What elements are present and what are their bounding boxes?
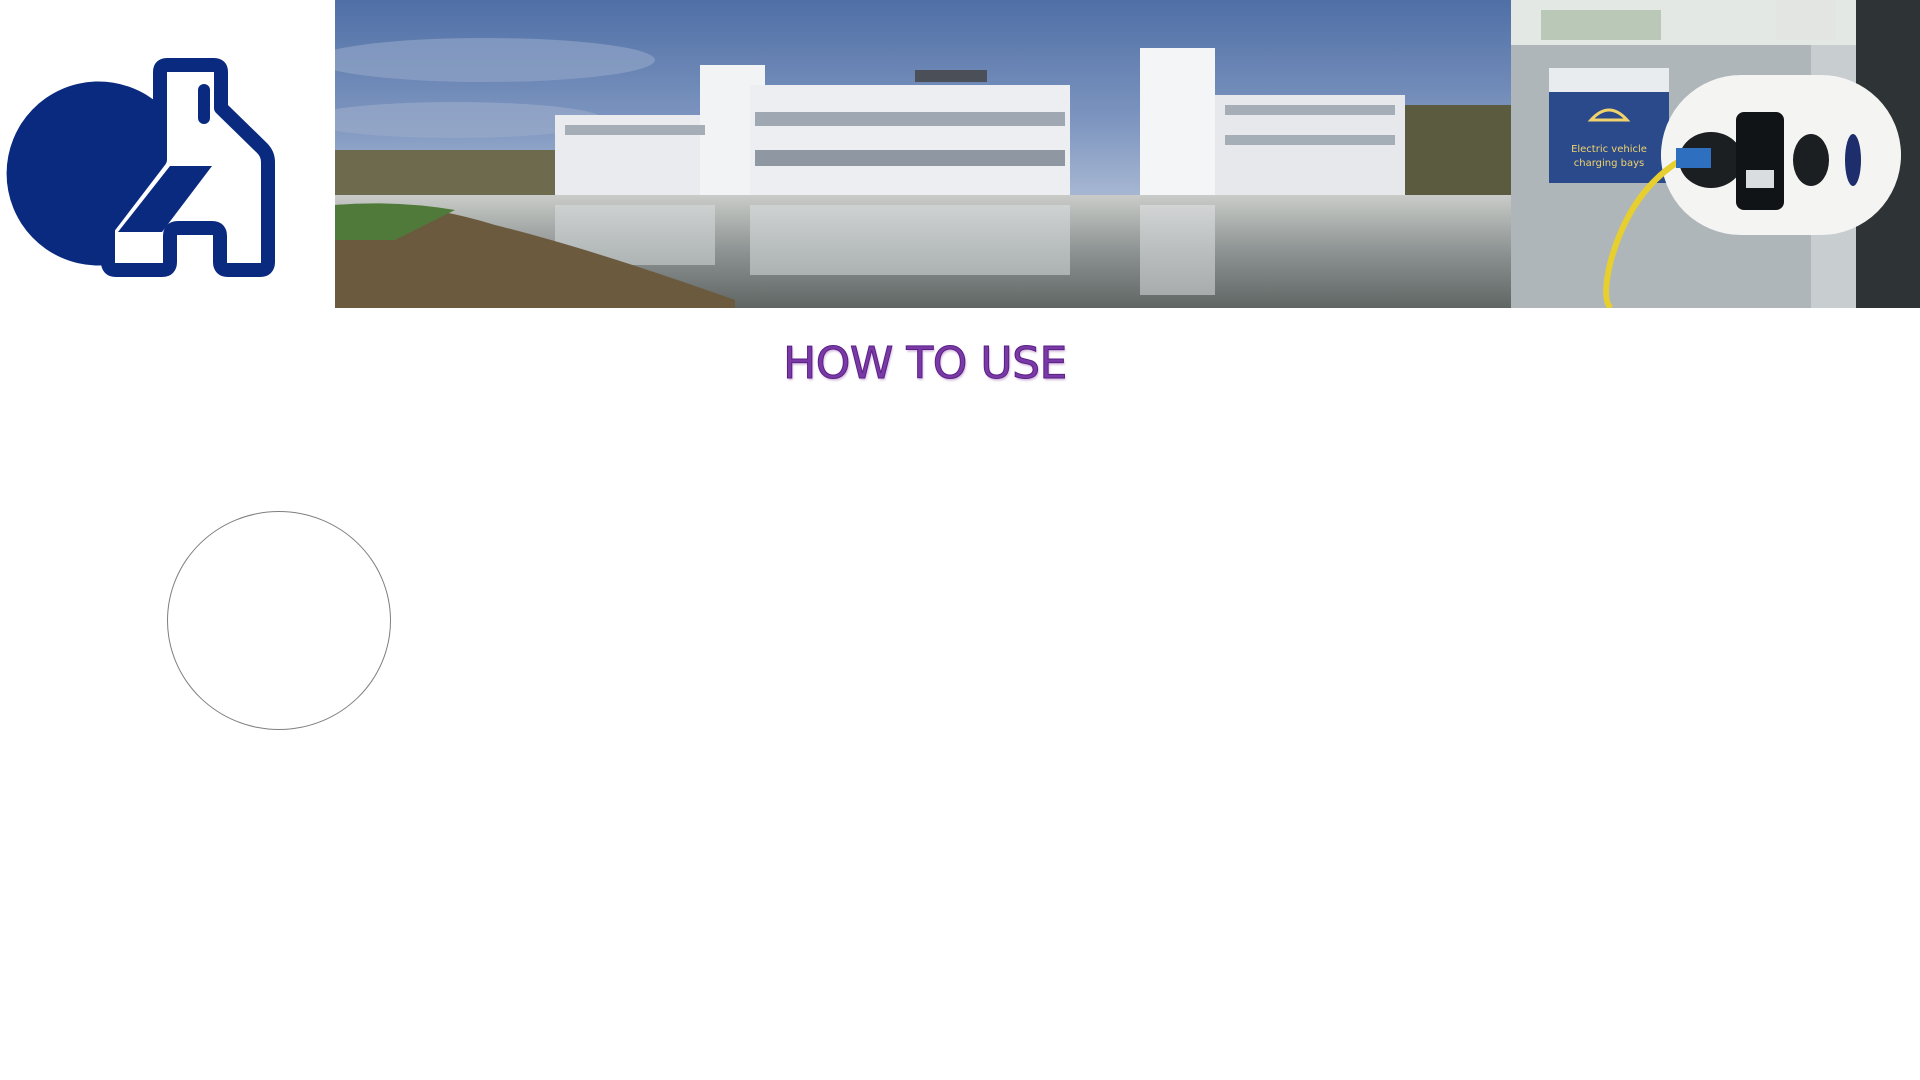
svg-text:charging bays: charging bays [1574,158,1645,169]
brand-logo-icon [6,58,275,277]
logo-container [0,0,335,308]
office-building-lake-photo [335,0,1511,308]
page-title: HOW TO USE [783,338,1068,390]
ev-charger-photo: Electric vehicle charging bays [1511,0,1920,308]
step-circle [167,511,391,730]
sign-text: Electric vehicle [1571,144,1647,155]
header-banner: Electric vehicle charging bays [0,0,1920,308]
